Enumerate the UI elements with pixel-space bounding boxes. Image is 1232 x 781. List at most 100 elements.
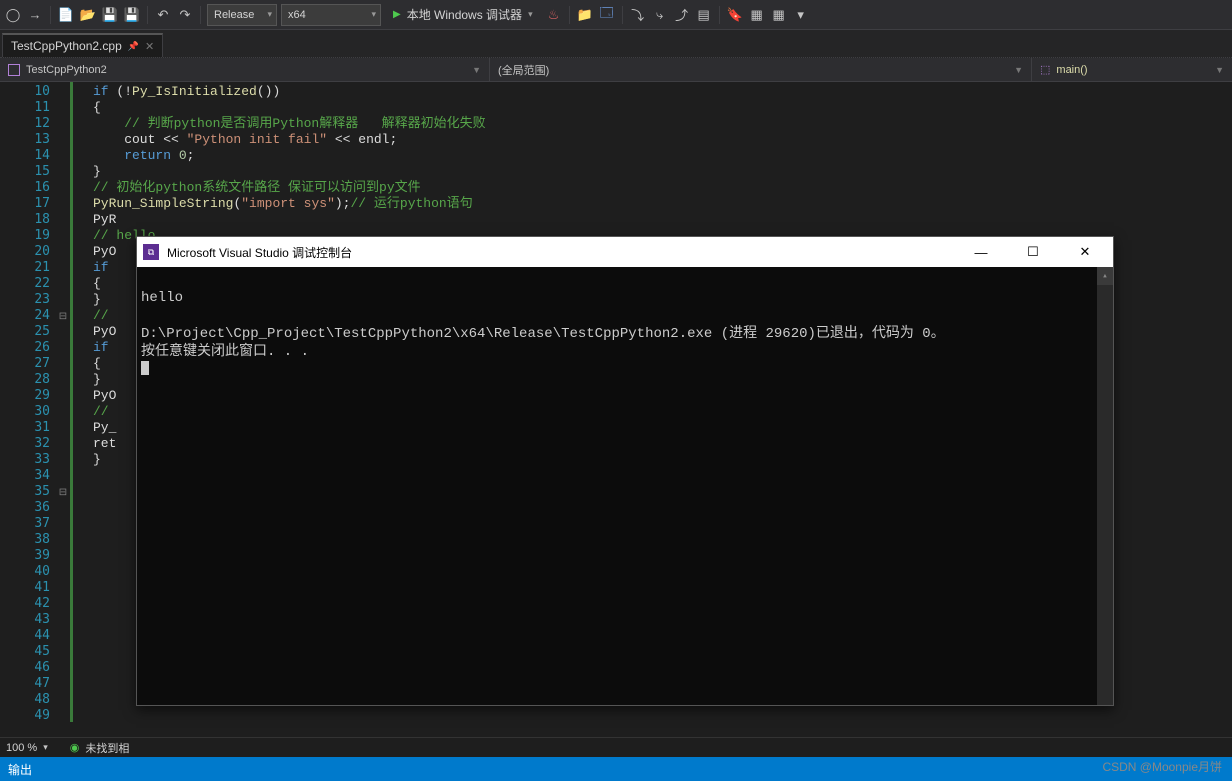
new-file-icon[interactable]: 📄 [57,6,75,24]
step-into-icon[interactable]: ⤷ [651,6,669,24]
file-tab-label: TestCppPython2.cpp [11,39,122,53]
close-button[interactable]: ✕ [1063,237,1107,267]
code-line[interactable]: PyR [93,212,1232,228]
fold-empty [56,324,70,340]
main-toolbar: ◯ → 📄 📂 💾 💾 ↶ ↷ Release x64 ▶ 本地 Windows… [0,0,1232,30]
bookmark-icon[interactable]: 🔖 [726,6,744,24]
line-number: 44 [0,628,50,644]
fold-empty [56,84,70,100]
fold-empty [56,404,70,420]
nav-fwd-icon[interactable]: → [26,6,44,24]
line-number: 42 [0,596,50,612]
fold-empty [56,180,70,196]
line-number: 22 [0,276,50,292]
code-line[interactable]: if (!Py_IsInitialized()) [93,84,1232,100]
line-number: 39 [0,548,50,564]
maximize-button[interactable]: ☐ [1011,237,1055,267]
line-number: 16 [0,180,50,196]
fold-empty [56,564,70,580]
code-line[interactable]: } [93,164,1232,180]
config-dropdown[interactable]: Release [207,4,277,26]
line-number: 36 [0,500,50,516]
fold-empty [56,452,70,468]
code-line[interactable]: // 判断python是否调用Python解释器 解释器初始化失败 [93,116,1232,132]
fold-empty [56,164,70,180]
code-line[interactable]: cout << "Python init fail" << endl; [93,132,1232,148]
code-line[interactable]: // 初始化python系统文件路径 保证可以访问到py文件 [93,180,1232,196]
console-line: D:\Project\Cpp_Project\TestCppPython2\x6… [141,326,945,342]
output-panel-header[interactable]: 输出 [0,757,1232,781]
minimize-button[interactable]: — [959,237,1003,267]
fold-empty [56,228,70,244]
pin-icon[interactable]: 📌 [128,41,139,52]
line-number: 11 [0,100,50,116]
line-number: 46 [0,660,50,676]
line-number: 14 [0,148,50,164]
ok-icon: ◉ [70,741,80,754]
console-titlebar[interactable]: ⧉ Microsoft Visual Studio 调试控制台 — ☐ ✕ [137,237,1113,267]
line-number: 26 [0,340,50,356]
fold-empty [56,548,70,564]
file-tab-bar: TestCppPython2.cpp 📌 ✕ [0,30,1232,58]
file-tab[interactable]: TestCppPython2.cpp 📌 ✕ [2,33,163,57]
zoom-chevron-icon[interactable]: ▾ [43,742,48,753]
uncomment-icon[interactable]: ▦ [770,6,788,24]
hot-reload-icon[interactable]: ♨ [545,6,563,24]
nav-project-dropdown[interactable]: TestCppPython2 ▼ [0,58,490,81]
indent-icon[interactable]: ▤ [695,6,713,24]
nav-scope-dropdown[interactable]: (全局范围) ▼ [490,58,1032,81]
line-number: 28 [0,372,50,388]
comment-icon[interactable]: ▦ [748,6,766,24]
fold-empty [56,372,70,388]
fold-empty [56,644,70,660]
fold-empty [56,612,70,628]
redo-icon[interactable]: ↷ [176,6,194,24]
step-out-icon[interactable]: ⤴ [673,6,691,24]
nav-project-label: TestCppPython2 [26,64,107,76]
platform-dropdown[interactable]: x64 [281,4,381,26]
line-number: 35 [0,484,50,500]
debug-start-button[interactable]: ▶ 本地 Windows 调试器 ▾ [385,4,541,26]
fold-empty [56,276,70,292]
fold-empty [56,244,70,260]
debug-label: 本地 Windows 调试器 [407,6,522,23]
code-line[interactable]: PyRun_SimpleString("import sys");// 运行py… [93,196,1232,212]
console-scrollbar[interactable] [1097,267,1113,705]
line-number: 19 [0,228,50,244]
line-number: 33 [0,452,50,468]
fold-toggle[interactable]: ⊟ [56,308,70,324]
line-number: 31 [0,420,50,436]
line-number: 32 [0,436,50,452]
undo-icon[interactable]: ↶ [154,6,172,24]
line-number: 25 [0,324,50,340]
nav-back-icon[interactable]: ◯ [4,6,22,24]
fold-empty [56,660,70,676]
fold-empty [56,356,70,372]
step-over-icon[interactable]: ⤵ [629,6,647,24]
play-icon: ▶ [393,9,401,20]
code-line[interactable]: { [93,100,1232,116]
zoom-level[interactable]: 100 % [6,742,37,754]
line-number: 20 [0,244,50,260]
line-number: 30 [0,404,50,420]
issue-text: 未找到相 [85,740,129,756]
nav-bar: TestCppPython2 ▼ (全局范围) ▼ ⬚ main() ▼ [0,58,1232,82]
nav-function-dropdown[interactable]: ⬚ main() ▼ [1032,58,1232,81]
nav-down-icon[interactable]: ▾ [792,6,810,24]
chevron-down-icon: ▼ [1014,65,1023,75]
nav-func-label: main() [1056,64,1087,76]
open-file-icon[interactable]: 📂 [79,6,97,24]
save-all-icon[interactable]: 💾 [123,6,141,24]
code-line[interactable]: return 0; [93,148,1232,164]
save-icon[interactable]: 💾 [101,6,119,24]
console-title-text: Microsoft Visual Studio 调试控制台 [167,244,352,261]
folder-icon[interactable]: 📁 [576,6,594,24]
fold-strip[interactable]: ⊟⊟ [56,82,70,722]
line-number: 41 [0,580,50,596]
window-icon[interactable]: 🗔 [598,6,616,24]
method-icon: ⬚ [1040,63,1050,76]
close-tab-icon[interactable]: ✕ [145,40,154,53]
nav-scope-label: (全局范围) [498,62,549,78]
console-output[interactable]: hello D:\Project\Cpp_Project\TestCppPyth… [137,267,1113,705]
fold-toggle[interactable]: ⊟ [56,484,70,500]
